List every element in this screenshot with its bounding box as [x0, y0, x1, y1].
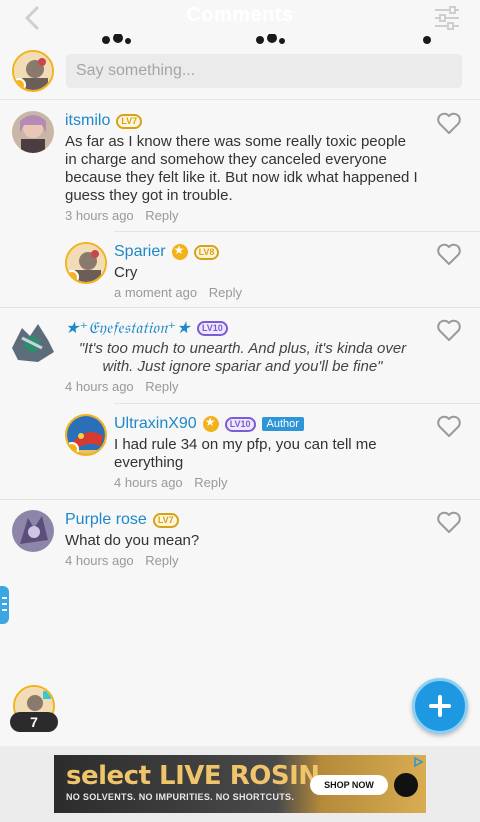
level-badge: LV10 [224, 416, 256, 432]
comment-input[interactable] [66, 54, 462, 88]
username[interactable]: Sparier [114, 243, 166, 261]
reply-button[interactable]: Reply [145, 379, 178, 394]
comment-item: Purple rose LV7 What do you mean? 4 hour… [0, 500, 480, 576]
username[interactable]: ★⁺𝔈𝔶𝔢𝔣𝔢𝔰𝔱𝔞𝔱𝔦𝔬𝔫⁺★ [65, 318, 191, 338]
reply-item: UltraxinX90 LV10 Author I had rule 34 on… [0, 404, 480, 499]
brand-logo-icon [394, 773, 418, 797]
level-badge: LV7 [116, 113, 143, 129]
reply-button[interactable]: Reply [194, 475, 227, 490]
menu-line-icon [2, 603, 7, 605]
comment-text: I had rule 34 on my pfp, you can tell me… [114, 436, 377, 471]
reply-button[interactable]: Reply [145, 553, 178, 568]
comment-text: Cry [114, 264, 138, 281]
curator-star-icon [202, 415, 219, 432]
shop-now-button[interactable]: SHOP NOW [310, 775, 388, 795]
page-title: Comments [186, 4, 294, 26]
comment-text: "It's too much to unearth. And plus, it'… [78, 340, 407, 375]
comment-time: 3 hours ago [65, 208, 134, 223]
header-decoration [102, 34, 431, 44]
avatar-image-icon [12, 510, 54, 552]
avatar-image-icon [8, 318, 56, 366]
ad-headline: select LIVE ROSIN [66, 761, 320, 791]
comment-item: ★⁺𝔈𝔶𝔢𝔣𝔢𝔰𝔱𝔞𝔱𝔦𝔬𝔫⁺★ LV10 "It's too much to … [0, 308, 480, 403]
add-comment-button[interactable] [412, 678, 468, 734]
comment-text: What do you mean? [65, 532, 200, 549]
username[interactable]: UltraxinX90 [114, 415, 197, 433]
my-avatar[interactable] [12, 50, 54, 92]
level-badge: LV10 [196, 320, 228, 336]
level-badge-icon [67, 442, 79, 454]
comment-time: a moment ago [114, 285, 198, 300]
comment-time: 4 hours ago [65, 379, 134, 394]
menu-line-icon [2, 609, 7, 611]
heart-icon[interactable] [436, 414, 462, 438]
user-avatar[interactable] [65, 414, 107, 456]
level-badge-icon [14, 78, 26, 90]
level-badge: LV7 [152, 512, 179, 528]
heart-icon[interactable] [436, 510, 462, 534]
user-avatar[interactable] [8, 318, 56, 366]
username[interactable]: itsmilo [65, 112, 110, 130]
reply-button[interactable]: Reply [209, 285, 242, 300]
reply-button[interactable]: Reply [145, 208, 178, 223]
avatar-image-icon [12, 111, 54, 153]
heart-icon[interactable] [436, 242, 462, 266]
user-avatar[interactable] [65, 242, 107, 284]
online-count: 7 [10, 712, 58, 732]
comment-time: 4 hours ago [65, 553, 134, 568]
user-avatar[interactable] [12, 510, 54, 552]
ad-subline: NO SOLVENTS. NO IMPURITIES. NO SHORTCUTS… [66, 792, 295, 802]
heart-icon[interactable] [436, 111, 462, 135]
comment-text: As far as I know there was some really t… [65, 133, 418, 204]
side-menu-tab[interactable] [0, 586, 9, 624]
comment-time: 4 hours ago [114, 475, 183, 490]
username[interactable]: Purple rose [65, 511, 147, 529]
ad-banner[interactable]: select LIVE ROSIN NO SOLVENTS. NO IMPURI… [54, 755, 426, 813]
comment-item: itsmilo LV7 As far as I know there was s… [0, 101, 480, 231]
author-badge: Author [261, 417, 304, 431]
reply-item: Sparier LV8 Cry a moment ago Reply [0, 232, 480, 307]
level-badge: LV8 [193, 244, 220, 260]
adchoices-icon[interactable] [412, 756, 424, 768]
curator-star-icon [171, 243, 188, 260]
level-badge-icon [67, 270, 79, 282]
user-avatar[interactable] [12, 111, 54, 153]
menu-line-icon [2, 597, 7, 599]
comment-composer [0, 44, 480, 100]
top-bar: Comments [0, 0, 480, 44]
sliders-icon[interactable] [434, 6, 460, 30]
heart-icon[interactable] [436, 318, 462, 342]
ad-banner-area: select LIVE ROSIN NO SOLVENTS. NO IMPURI… [0, 746, 480, 822]
online-members-button[interactable]: 7 [10, 685, 58, 733]
